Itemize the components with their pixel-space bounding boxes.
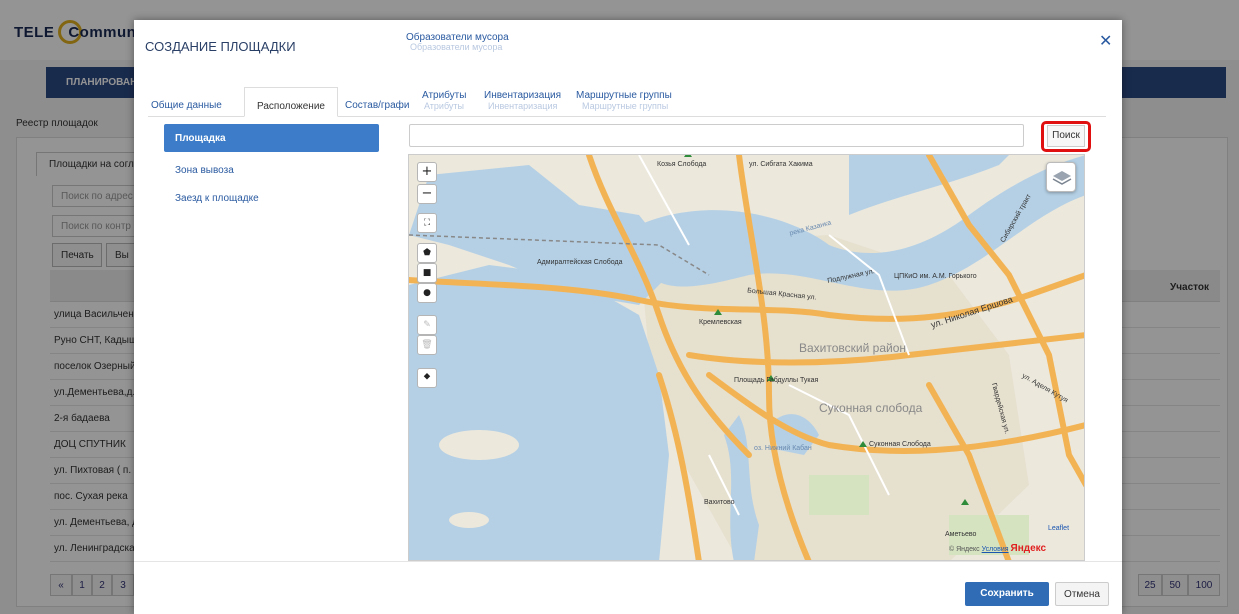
- zoom-in-button[interactable]: +: [417, 162, 437, 182]
- close-icon[interactable]: ✕: [1099, 31, 1112, 51]
- layer-shape-top: [1053, 171, 1071, 181]
- zoom-out-button[interactable]: −: [417, 184, 437, 204]
- yandex-logo[interactable]: Яндекс: [1011, 543, 1047, 554]
- edit-layers-icon[interactable]: ✎: [417, 315, 437, 335]
- attribution-terms-link[interactable]: Условия: [982, 546, 1009, 553]
- map-label-admiralteyskaya: Адмиралтейская Слобода: [537, 259, 623, 266]
- map-label-sukonnaya-metro: Суконная Слобода: [869, 441, 931, 448]
- leaflet-link[interactable]: Leaflet: [1048, 525, 1069, 532]
- map-label-sukonnaya: Суконная слобода: [819, 401, 923, 415]
- park: [809, 475, 869, 515]
- cancel-button[interactable]: Отмена: [1055, 582, 1109, 606]
- map-label-kaban: оз. Нижний Кабан: [754, 445, 812, 452]
- layers-icon[interactable]: [1046, 162, 1076, 192]
- map-attribution: © Яндекс Условия Яндекс: [949, 543, 1046, 554]
- dialog-tabs: Общие данные Расположение Состав/графи А…: [148, 87, 1106, 117]
- sidebar-item-pickup-zone[interactable]: Зона вывоза: [164, 156, 379, 184]
- map-view[interactable]: Козья Слобода ул. Сибгата Хакима Сибирск…: [408, 154, 1085, 561]
- map-label-vakhitovsky: Вахитовский район: [799, 341, 906, 355]
- attribution-prefix: © Яндекс: [949, 546, 980, 553]
- tab-inventory-shadow: Инвентаризация: [488, 101, 558, 111]
- search-button[interactable]: Поиск: [1047, 125, 1085, 147]
- draw-rectangle-icon[interactable]: ■: [417, 263, 437, 283]
- map-label-ametyevo: Аметьево: [945, 531, 977, 538]
- draw-marker-icon[interactable]: ⯁: [417, 368, 437, 388]
- sidebar-item-site[interactable]: Площадка: [164, 124, 379, 152]
- search-input[interactable]: [409, 124, 1024, 147]
- tab-route-groups-shadow: Маршрутные группы: [582, 101, 669, 111]
- map-label-tukaya: Площадь Габдуллы Тукая: [734, 377, 819, 384]
- metro-station-marker: [684, 155, 692, 157]
- tab-attributes-shadow: Атрибуты: [424, 101, 465, 111]
- tab-general[interactable]: Общие данные: [151, 87, 222, 117]
- draw-polygon-icon[interactable]: ⬟: [417, 243, 437, 263]
- island: [439, 430, 519, 460]
- map-label-sibgata: ул. Сибгата Хакима: [749, 161, 813, 168]
- fullscreen-icon[interactable]: ⛶: [417, 213, 437, 233]
- map-label-tsiuo: ЦПКиО им. А.М. Горького: [894, 273, 977, 280]
- sidebar-item-site-access[interactable]: Заезд к площадке: [164, 184, 379, 212]
- island-south: [449, 512, 489, 528]
- layers-icon-graphic: [1052, 171, 1072, 185]
- dialog-title: СОЗДАНИЕ ПЛОЩАДКИ: [145, 39, 296, 54]
- tab-location[interactable]: Расположение: [244, 87, 338, 117]
- draw-circle-icon[interactable]: ●: [417, 283, 437, 303]
- delete-layers-icon[interactable]: 🗑: [417, 335, 437, 355]
- map-tiles: [409, 155, 1084, 560]
- tab-composition[interactable]: Состав/графи: [345, 87, 410, 117]
- create-site-dialog: СОЗДАНИЕ ПЛОЩАДКИ Образователи мусора Об…: [134, 20, 1122, 614]
- map-label-kremlevskaya: Кремлевская: [699, 319, 742, 326]
- dialog-subtitle-shadow: Образователи мусора: [410, 42, 503, 52]
- map-label-vakhitovo: Вахитово: [704, 499, 735, 506]
- map-label-kozya: Козья Слобода: [657, 161, 707, 168]
- save-button[interactable]: Сохранить: [965, 582, 1049, 606]
